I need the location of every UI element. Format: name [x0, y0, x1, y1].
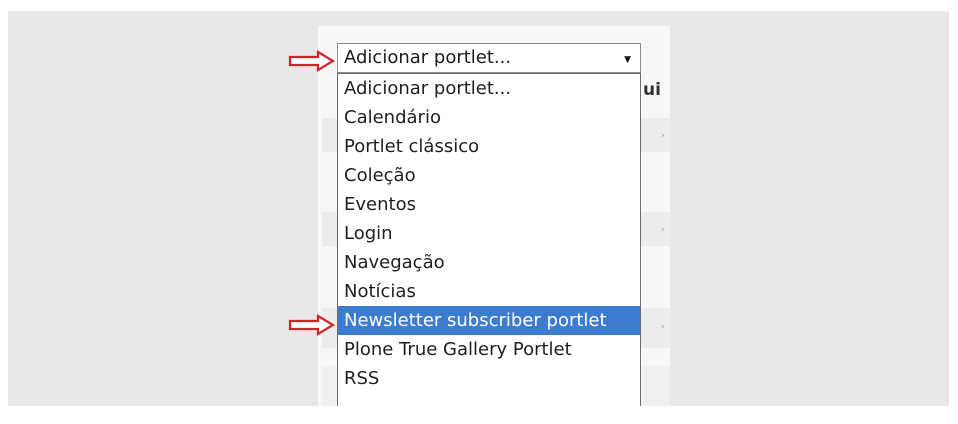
screenshot-canvas: › › › ui Adicionar portlet... ▼ Adiciona… — [0, 0, 958, 424]
option-news[interactable]: Notícias — [338, 277, 640, 306]
option-calendar[interactable]: Calendário — [338, 103, 640, 132]
option-collection[interactable]: Coleção — [338, 161, 640, 190]
add-portlet-select[interactable]: Adicionar portlet... ▼ — [337, 43, 641, 73]
option-newsletter-subscriber[interactable]: Newsletter subscriber portlet — [338, 306, 640, 335]
dropdown-caret-icon: ▼ — [624, 55, 631, 65]
background-caret-icon: › — [661, 131, 665, 141]
option-navigation[interactable]: Navegação — [338, 248, 640, 277]
option-classic-portlet[interactable]: Portlet clássico — [338, 132, 640, 161]
option-login[interactable]: Login — [338, 219, 640, 248]
option-plone-true-gallery[interactable]: Plone True Gallery Portlet — [338, 335, 640, 364]
annotation-arrow-icon — [288, 314, 336, 336]
background-heading-fragment: ui — [643, 80, 661, 100]
portlet-options-list[interactable]: Adicionar portlet... Calendário Portlet … — [337, 73, 641, 406]
background-caret-icon: › — [661, 225, 665, 235]
option-events[interactable]: Eventos — [338, 190, 640, 219]
option-rss[interactable]: RSS — [338, 364, 640, 393]
annotation-arrow-icon — [288, 50, 336, 72]
select-value: Adicionar portlet... — [344, 47, 512, 68]
option-add-portlet[interactable]: Adicionar portlet... — [338, 74, 640, 103]
background-caret-icon: › — [661, 322, 665, 332]
